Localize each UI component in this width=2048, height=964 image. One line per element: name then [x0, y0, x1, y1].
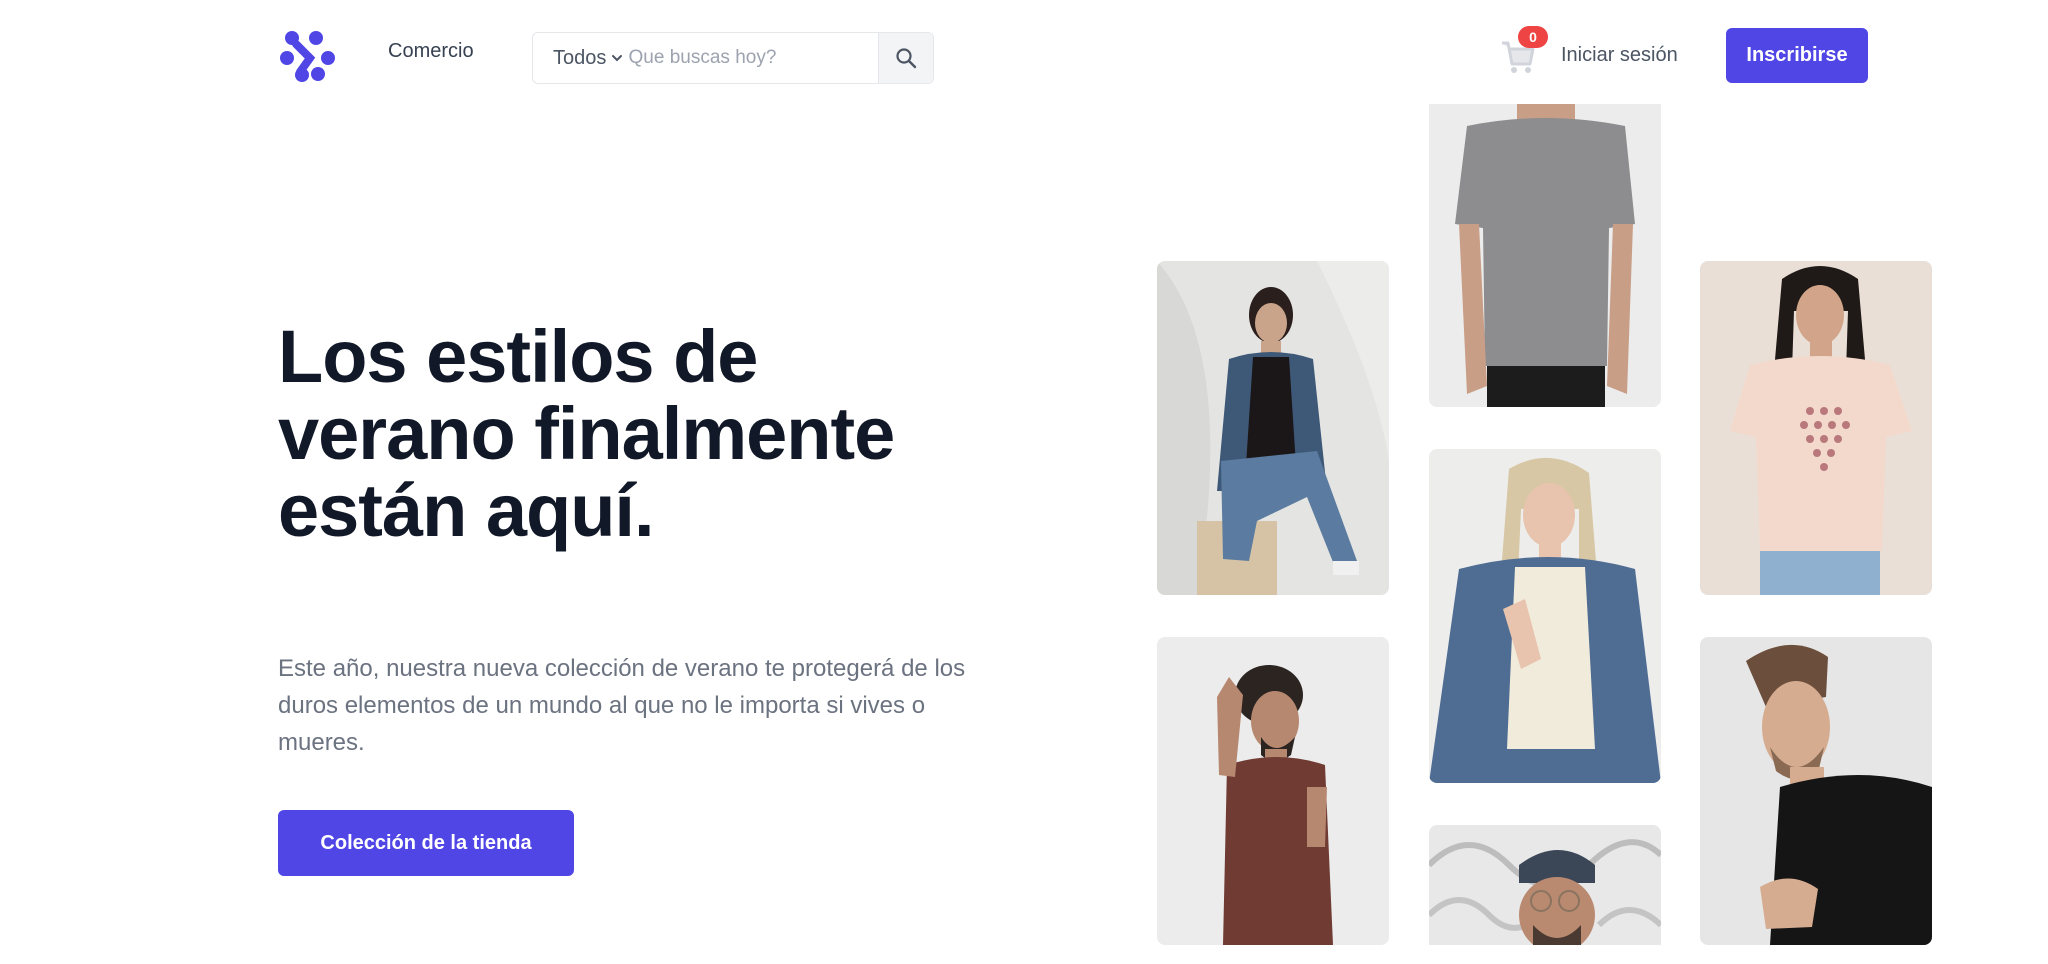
- product-image-man-beanie[interactable]: [1429, 825, 1661, 945]
- logo-icon: [280, 31, 335, 82]
- man-brown-tshirt-photo: [1157, 637, 1389, 945]
- search-input[interactable]: [624, 33, 878, 83]
- woman-cream-top-photo: [1429, 449, 1661, 783]
- search-bar: Todos: [532, 32, 934, 84]
- product-image-woman-pink[interactable]: [1700, 261, 1932, 595]
- cart-count-badge: 0: [1518, 26, 1548, 48]
- signup-button[interactable]: Inscribirse: [1726, 28, 1868, 83]
- man-black-tshirt-photo: [1700, 637, 1932, 945]
- search-category-label: Todos: [553, 46, 607, 69]
- woman-denim-jacket-photo: [1157, 261, 1389, 595]
- product-image-woman-cream[interactable]: [1429, 449, 1661, 783]
- brand-logo[interactable]: [278, 28, 336, 84]
- product-image-man-gray[interactable]: [1429, 104, 1661, 407]
- product-image-woman-denim[interactable]: [1157, 261, 1389, 595]
- nav-link-shop[interactable]: Comercio: [388, 40, 474, 63]
- chevron-down-icon: [612, 55, 623, 62]
- hero-title: Los estilos de verano finalmente están a…: [278, 315, 895, 552]
- cart-button[interactable]: 0: [1500, 26, 1548, 74]
- search-icon: [896, 48, 916, 69]
- product-image-man-brown[interactable]: [1157, 637, 1389, 945]
- product-image-man-black[interactable]: [1700, 637, 1932, 945]
- shop-collection-button[interactable]: Colección de la tienda: [278, 810, 574, 876]
- man-beanie-glasses-photo: [1429, 825, 1661, 945]
- search-category-select[interactable]: Todos: [533, 47, 625, 70]
- woman-pink-tshirt-photo: [1700, 261, 1932, 595]
- signin-link[interactable]: Iniciar sesión: [1561, 44, 1678, 67]
- man-gray-tshirt-photo: [1429, 104, 1661, 407]
- search-button[interactable]: [877, 33, 933, 83]
- hero-description: Este año, nuestra nueva colección de ver…: [278, 655, 966, 756]
